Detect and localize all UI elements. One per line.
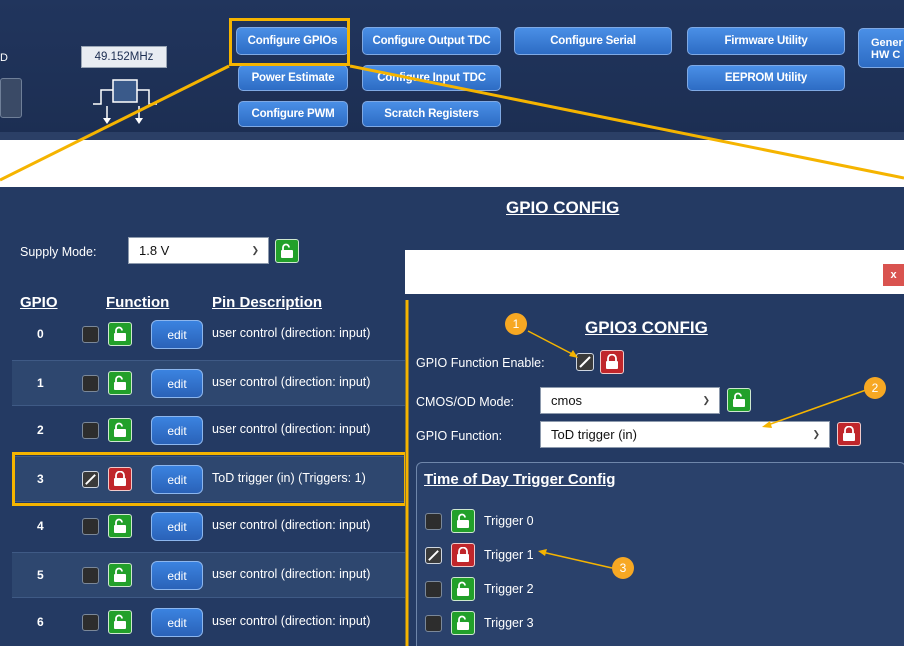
gpio-number: 5	[37, 568, 44, 582]
trigger-label: Trigger 0	[484, 514, 534, 528]
callout-highlight-gpio3-row	[12, 452, 407, 506]
pin-description: user control (direction: input)	[212, 326, 371, 340]
tod-trigger-config-title: Time of Day Trigger Config	[424, 471, 616, 488]
dialog-close-button[interactable]: x	[883, 264, 904, 286]
gpio-row[interactable]: 6 edit user control (direction: input)	[12, 600, 407, 646]
gpio-number: 6	[37, 615, 44, 629]
edit-button[interactable]: edit	[151, 369, 203, 398]
trigger-label: Trigger 1	[484, 548, 534, 562]
edit-button[interactable]: edit	[151, 512, 203, 541]
chevron-down-icon: ❯	[702, 394, 710, 405]
frequency-display: 49.152MHz	[81, 46, 167, 68]
configure-output-tdc-button[interactable]: Configure Output TDC	[362, 27, 501, 55]
power-estimate-button[interactable]: Power Estimate	[238, 65, 348, 91]
gpio-function-value: ToD trigger (in)	[551, 427, 637, 442]
pin-description-column-header[interactable]: Pin Description	[212, 294, 322, 311]
gpio-row[interactable]: 0 edit user control (direction: input)	[12, 312, 407, 358]
firmware-utility-button[interactable]: Firmware Utility	[687, 27, 845, 55]
unlocked-icon[interactable]	[108, 418, 132, 442]
gpio-function-enable-label: GPIO Function Enable:	[416, 356, 545, 370]
unlocked-icon[interactable]	[108, 371, 132, 395]
edit-button[interactable]: edit	[151, 608, 203, 637]
trigger-checkbox[interactable]	[425, 513, 442, 530]
annotation-badge-1: 1	[505, 313, 527, 335]
toolbar: D 49.152MHz Configure GPIOs Configure Ou…	[0, 0, 904, 140]
unlocked-icon[interactable]	[451, 611, 475, 635]
gpio-number: 1	[37, 376, 44, 390]
gpio-function-checkbox[interactable]	[82, 614, 99, 631]
configure-serial-button[interactable]: Configure Serial	[514, 27, 672, 55]
pin-description: user control (direction: input)	[212, 375, 371, 389]
gpio-function-checkbox[interactable]	[82, 375, 99, 392]
scratch-registers-button[interactable]: Scratch Registers	[362, 101, 501, 127]
pin-description: user control (direction: input)	[212, 567, 371, 581]
gpio-row[interactable]: 1 edit user control (direction: input)	[12, 360, 407, 406]
chevron-down-icon: ❯	[251, 244, 259, 255]
locked-icon[interactable]	[451, 543, 475, 567]
function-column-header[interactable]: Function	[106, 294, 169, 311]
toolbar-left-widget[interactable]	[0, 78, 22, 118]
checkmark-icon	[428, 550, 439, 561]
gpio-function-enable-checkbox[interactable]	[576, 353, 594, 371]
toolbar-bottom-edge	[0, 132, 904, 140]
unlocked-icon[interactable]	[108, 563, 132, 587]
checkmark-icon	[579, 356, 591, 368]
cmos-od-mode-lock-icon[interactable]	[727, 388, 751, 412]
cmos-od-mode-select[interactable]: cmos ❯	[540, 387, 720, 414]
annotation-badge-3: 3	[612, 557, 634, 579]
gpio-number: 4	[37, 519, 44, 533]
toolbar-left-text: D	[0, 52, 8, 64]
unlocked-icon[interactable]	[108, 610, 132, 634]
annotation-badge-2: 2	[864, 377, 886, 399]
gpio-row[interactable]: 4 edit user control (direction: input)	[12, 504, 407, 550]
edit-button[interactable]: edit	[151, 416, 203, 445]
gpio-function-label: GPIO Function:	[416, 429, 503, 443]
chevron-down-icon: ❯	[812, 428, 820, 439]
trigger-label: Trigger 3	[484, 616, 534, 630]
gpio-row[interactable]: 5 edit user control (direction: input)	[12, 552, 407, 598]
gpio-function-checkbox[interactable]	[82, 326, 99, 343]
gpio-function-checkbox[interactable]	[82, 518, 99, 535]
dialog-title: GPIO3 CONFIG	[585, 318, 708, 337]
gpio-function-enable-lock-icon[interactable]	[600, 350, 624, 374]
cmos-od-mode-value: cmos	[551, 393, 583, 408]
gpio-row[interactable]: 2 edit user control (direction: input)	[12, 408, 407, 454]
edit-button[interactable]: edit	[151, 320, 203, 349]
unlocked-icon[interactable]	[451, 509, 475, 533]
page-title: GPIO CONFIG	[506, 198, 620, 217]
supply-mode-value: 1.8 V	[139, 243, 170, 258]
trigger-checkbox[interactable]	[425, 615, 442, 632]
oscillator-diagram-icon	[93, 79, 157, 124]
gpio-function-checkbox[interactable]	[82, 422, 99, 439]
unlocked-icon[interactable]	[451, 577, 475, 601]
supply-mode-label: Supply Mode:	[20, 245, 97, 259]
pin-description: user control (direction: input)	[212, 422, 371, 436]
trigger-checkbox[interactable]	[425, 581, 442, 598]
gpio-function-checkbox[interactable]	[82, 567, 99, 584]
pin-description: user control (direction: input)	[212, 614, 371, 628]
unlocked-icon[interactable]	[108, 322, 132, 346]
general-hw-config-button[interactable]: Gener HW C	[858, 28, 904, 68]
gpio-number: 0	[37, 327, 44, 341]
gpio-function-lock-icon[interactable]	[837, 422, 861, 446]
gpio-column-header[interactable]: GPIO	[20, 294, 58, 311]
gpio-number: 2	[37, 423, 44, 437]
trigger-checkbox[interactable]	[425, 547, 442, 564]
configure-pwm-button[interactable]: Configure PWM	[238, 101, 348, 127]
supply-mode-lock-icon[interactable]	[275, 239, 299, 263]
screenshot-stage: D 49.152MHz Configure GPIOs Configure Ou…	[0, 0, 904, 646]
pin-description: user control (direction: input)	[212, 518, 371, 532]
unlocked-icon[interactable]	[108, 514, 132, 538]
cmos-od-mode-label: CMOS/OD Mode:	[416, 395, 514, 409]
callout-highlight-configure-gpios	[229, 18, 350, 66]
dialog-titlebar[interactable]	[405, 250, 904, 294]
edit-button[interactable]: edit	[151, 561, 203, 590]
trigger-label: Trigger 2	[484, 582, 534, 596]
supply-mode-select[interactable]: 1.8 V ❯	[128, 237, 269, 264]
gpio-function-select[interactable]: ToD trigger (in) ❯	[540, 421, 830, 448]
configure-input-tdc-button[interactable]: Configure Input TDC	[362, 65, 501, 91]
eeprom-utility-button[interactable]: EEPROM Utility	[687, 65, 845, 91]
